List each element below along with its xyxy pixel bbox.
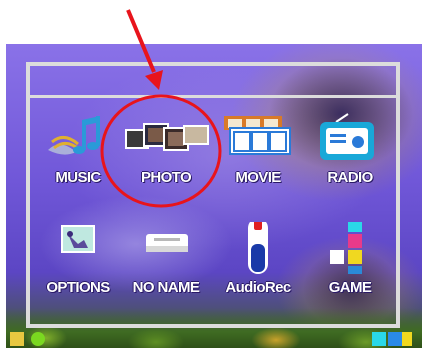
menu-item-movie[interactable]: MOVIE	[210, 112, 306, 202]
menu-item-music[interactable]: MUSIC	[30, 112, 126, 202]
menu-item-label: MUSIC	[55, 169, 101, 186]
menu-item-game[interactable]: GAME	[302, 222, 398, 312]
menu-item-options[interactable]: OPTIONS	[30, 222, 126, 312]
menu-item-photo[interactable]: PHOTO	[118, 112, 214, 202]
menu-item-label: RADIO	[327, 169, 373, 186]
menu-item-label: AudioRec	[225, 279, 291, 296]
menu-item-label: GAME	[328, 279, 372, 296]
options-icon	[61, 225, 95, 253]
menu-item-label: MOVIE	[235, 169, 281, 186]
menu-item-radio[interactable]: RADIO	[302, 112, 398, 202]
game-icon	[330, 222, 362, 274]
menu-item-label: PHOTO	[140, 169, 192, 186]
movie-icon	[224, 116, 291, 155]
status-icons	[10, 332, 412, 346]
mic-icon	[248, 222, 268, 274]
menu-header-divider	[30, 95, 396, 98]
menu-item-audiorec[interactable]: AudioRec	[210, 222, 306, 312]
menu-item-label: NO NAME	[132, 279, 200, 296]
photo-icon	[125, 123, 209, 151]
menu-item-label: OPTIONS	[46, 279, 110, 296]
music-note-icon	[48, 116, 100, 155]
menu-item-no-name[interactable]: NO NAME	[118, 222, 214, 312]
folder-icon	[146, 234, 188, 252]
radio-icon	[320, 113, 374, 160]
